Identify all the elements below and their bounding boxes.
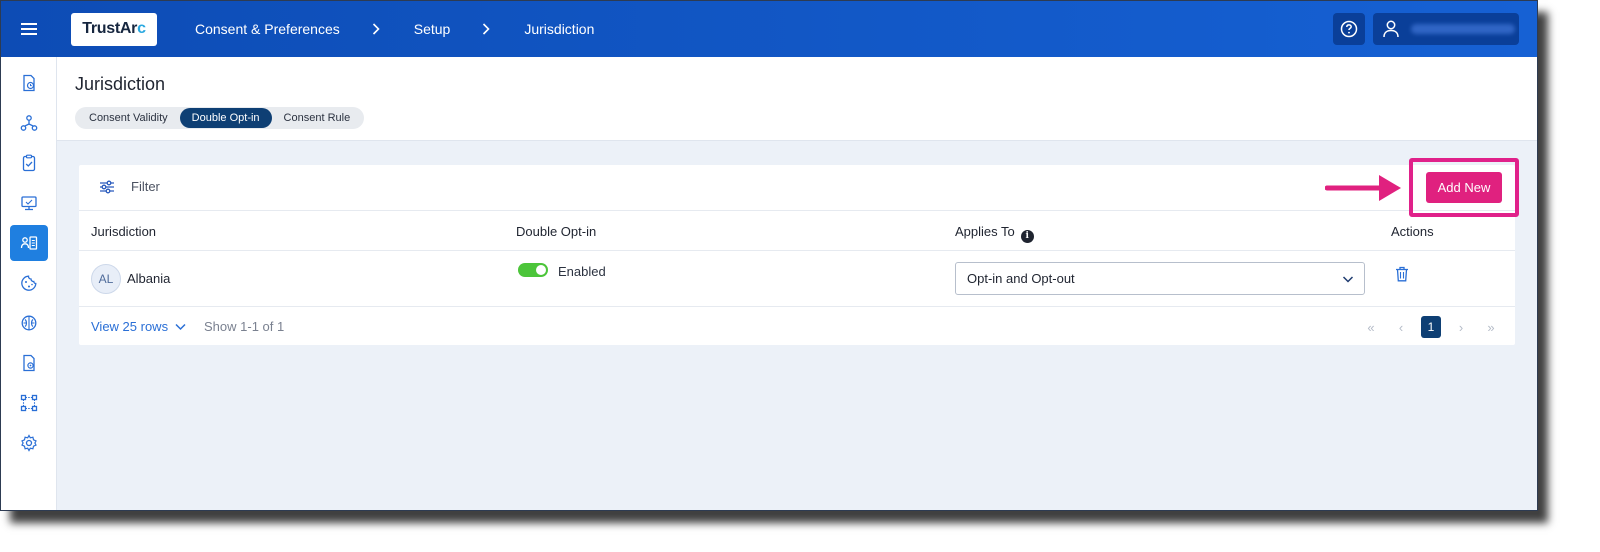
monitor-icon[interactable] <box>10 185 48 221</box>
avatar: AL <box>91 264 121 294</box>
trustarc-logo[interactable]: TrustAr c <box>71 12 157 46</box>
help-button[interactable] <box>1333 13 1365 45</box>
trash-icon[interactable] <box>1395 266 1409 282</box>
sliders-icon <box>100 180 114 193</box>
app-window: TrustAr c Consent & Preferences Setup Jur… <box>0 0 1538 511</box>
last-page-icon[interactable]: » <box>1481 317 1501 337</box>
tab-double-opt-in[interactable]: Double Opt-in <box>179 108 272 128</box>
table-header: Jurisdiction Double Opt-in Applies To i A… <box>79 211 1515 251</box>
document-settings-icon[interactable] <box>10 345 48 381</box>
breadcrumb: Consent & Preferences Setup Jurisdiction <box>195 21 594 37</box>
double-opt-in-toggle[interactable] <box>518 263 548 277</box>
view-rows-dropdown[interactable]: View 25 rows <box>91 319 186 334</box>
add-new-button[interactable]: Add New <box>1426 172 1502 203</box>
user-menu-button[interactable] <box>1373 13 1519 45</box>
sidebar <box>1 57 57 510</box>
applies-to-label: Applies To <box>955 224 1015 239</box>
gear-icon[interactable] <box>10 425 48 461</box>
applies-to-value: Opt-in and Opt-out <box>967 271 1075 286</box>
breadcrumb-consent-preferences[interactable]: Consent & Preferences <box>195 21 340 37</box>
table-footer: View 25 rows Show 1-1 of 1 « ‹ 1 › » <box>79 307 1515 345</box>
hamburger-menu-icon[interactable] <box>1 1 57 57</box>
info-icon[interactable]: i <box>1020 229 1034 243</box>
jurisdiction-table-card: Filter Add New Jurisdiction Double Opt-i… <box>79 158 1519 345</box>
logo-accent-text: c <box>137 20 146 37</box>
chevron-down-icon <box>1342 276 1354 283</box>
view-rows-label: View 25 rows <box>91 319 169 334</box>
tab-consent-rule[interactable]: Consent Rule <box>272 108 363 128</box>
previous-page-icon[interactable]: ‹ <box>1391 317 1411 337</box>
jurisdiction-name: Albania <box>127 271 171 286</box>
chevron-right-icon <box>372 23 380 35</box>
workflow-icon[interactable] <box>10 385 48 421</box>
network-icon[interactable] <box>10 105 48 141</box>
tab-consent-validity[interactable]: Consent Validity <box>77 108 180 128</box>
top-right-controls <box>1333 13 1519 45</box>
double-opt-in-status: Enabled <box>558 264 606 279</box>
document-clock-icon[interactable] <box>10 65 48 101</box>
first-page-icon[interactable]: « <box>1361 317 1381 337</box>
pagination: « ‹ 1 › » <box>1351 316 1501 338</box>
chevron-down-icon <box>175 323 186 330</box>
applies-to-select[interactable]: Opt-in and Opt-out <box>955 262 1365 295</box>
breadcrumb-setup[interactable]: Setup <box>414 21 451 37</box>
clipboard-check-icon[interactable] <box>10 145 48 181</box>
logo-text: TrustAr <box>82 20 138 37</box>
filter-label: Filter <box>131 179 160 194</box>
question-circle-icon <box>1340 20 1358 38</box>
tab-group: Consent Validity Double Opt-in Consent R… <box>75 107 365 129</box>
next-page-icon[interactable]: › <box>1451 317 1471 337</box>
table-row: AL Albania Enabled Opt-in and Opt-out <box>79 251 1515 307</box>
row-count-text: Show 1-1 of 1 <box>204 319 285 334</box>
user-name-redacted <box>1411 24 1515 34</box>
breadcrumb-jurisdiction[interactable]: Jurisdiction <box>524 21 594 37</box>
column-header-jurisdiction[interactable]: Jurisdiction <box>91 224 156 239</box>
brain-icon[interactable] <box>10 305 48 341</box>
column-header-actions: Actions <box>1391 224 1434 239</box>
chevron-right-icon <box>482 23 490 35</box>
page-title: Jurisdiction <box>75 74 166 94</box>
column-header-applies-to[interactable]: Applies To i <box>955 224 1034 243</box>
page-button-current[interactable]: 1 <box>1421 316 1441 338</box>
user-icon <box>1383 20 1399 38</box>
cookie-icon[interactable] <box>10 265 48 301</box>
annotation-arrow-icon <box>1325 175 1401 201</box>
user-list-icon[interactable] <box>10 225 48 261</box>
column-header-double-opt-in[interactable]: Double Opt-in <box>516 224 596 239</box>
page-header: Jurisdiction Consent Validity Double Opt… <box>57 57 1537 141</box>
top-bar: TrustAr c Consent & Preferences Setup Jur… <box>1 1 1537 57</box>
toolbar: Filter Add New <box>79 158 1519 217</box>
filter-button[interactable]: Filter <box>99 179 160 194</box>
